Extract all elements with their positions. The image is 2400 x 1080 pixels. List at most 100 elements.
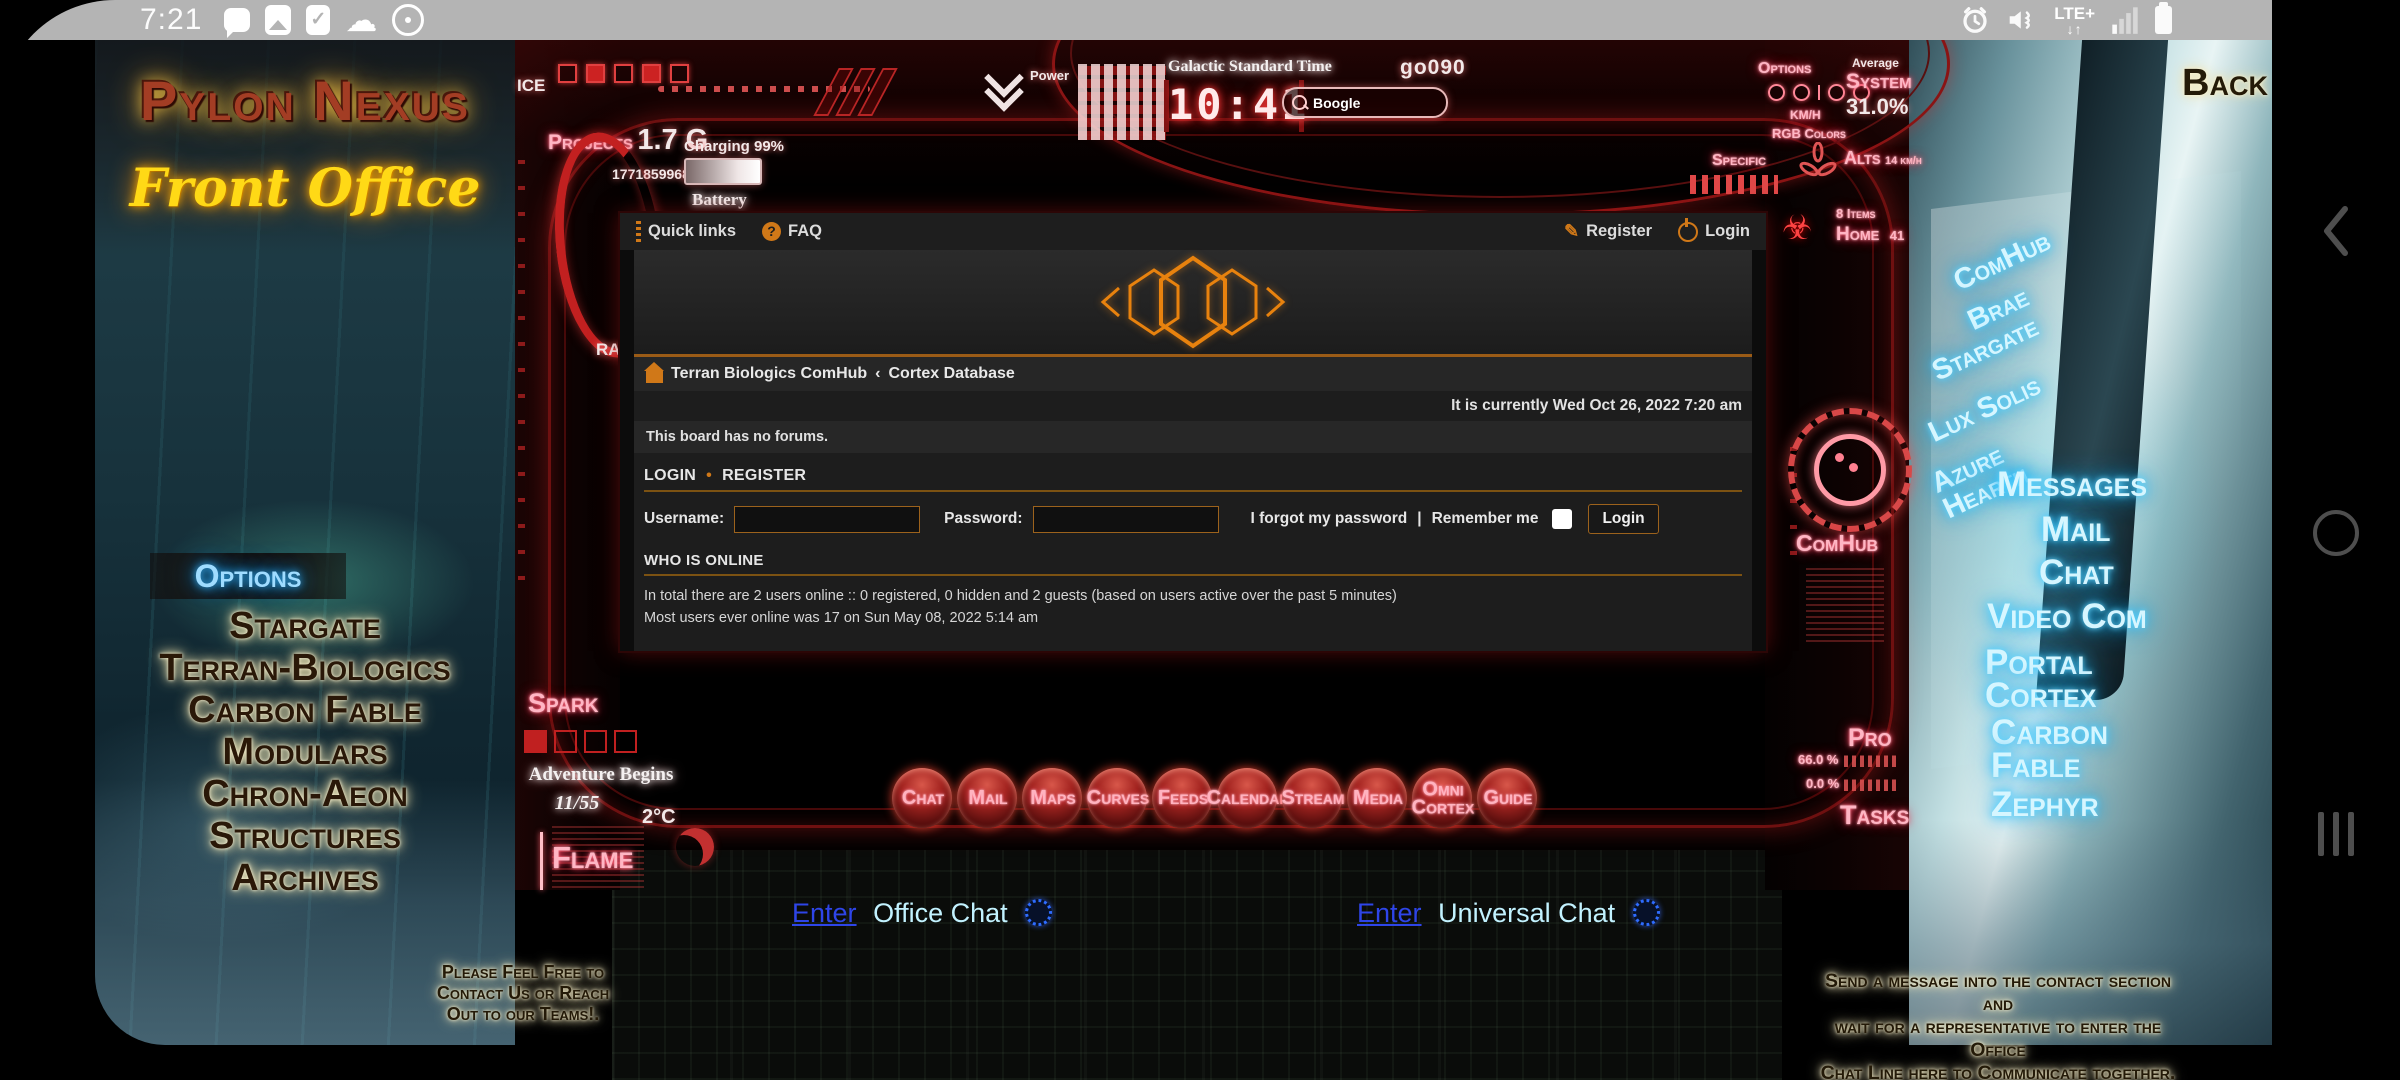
chat-status-spinner-icon xyxy=(1025,899,1052,926)
phone-screen: 7:21 ✓ ☁ LTE+ ↓↑ xyxy=(0,0,2400,1080)
hud-left-ticks xyxy=(518,160,525,580)
section-divider xyxy=(644,574,1742,576)
system-value: 31.0% xyxy=(1846,94,1908,120)
breadcrumb-current-link[interactable]: Cortex Database xyxy=(889,365,1015,383)
right-menu-item[interactable]: Video Com xyxy=(1987,600,2147,633)
contact-caption-right: Send a message into the contact section … xyxy=(1812,970,2184,1080)
hud-battery-bar xyxy=(684,158,762,185)
current-time-text: It is currently Wed Oct 26, 2022 7:20 am xyxy=(634,391,1752,421)
who-is-online-heading: WHO IS ONLINE xyxy=(644,552,1742,569)
who-online-line1: In total there are 2 users online :: 0 r… xyxy=(644,586,1742,608)
comhub-fine-print xyxy=(1806,564,1884,642)
projects-gauge-label: Projects 1.7 G xyxy=(548,124,708,157)
left-menu-item[interactable]: Chron-Aeon xyxy=(95,773,515,815)
left-menu-item[interactable]: Structures xyxy=(95,815,515,857)
left-menu-item[interactable]: Carbon Fable xyxy=(95,689,515,731)
power-label: Power xyxy=(1030,68,1069,83)
home-icon xyxy=(2313,510,2359,556)
pro-label: Pro xyxy=(1848,724,1892,753)
forum-header-bar: Quick links ? FAQ ✎ Register Login xyxy=(620,213,1766,250)
chat-status-spinner-icon xyxy=(1633,899,1660,926)
no-forums-notice: This board has no forums. xyxy=(634,421,1752,453)
system-label: System xyxy=(1846,70,1912,94)
hud-top-arc xyxy=(1052,40,1950,216)
gst-label: Galactic Standard Time xyxy=(1168,58,1332,76)
hud-slashes xyxy=(813,68,898,116)
username-field[interactable] xyxy=(734,506,920,533)
left-menu-item[interactable]: Stargate xyxy=(95,605,515,647)
hud-squares xyxy=(558,64,689,83)
password-field[interactable] xyxy=(1033,506,1219,533)
login-submit-button[interactable]: Login xyxy=(1588,504,1658,534)
hud-block-chart xyxy=(1078,64,1166,140)
comhub-dial xyxy=(1788,408,1912,532)
home-nav-button[interactable] xyxy=(2272,510,2400,556)
hexagon-emblem xyxy=(1085,254,1301,350)
hud-left-band xyxy=(515,40,620,890)
right-menu-item[interactable]: Chat xyxy=(2039,556,2114,589)
register-label: Register xyxy=(1586,222,1652,241)
flame-divider xyxy=(540,832,543,890)
forgot-password-link[interactable]: I forgot my password xyxy=(1251,510,1408,528)
enter-chat-link[interactable]: Enter xyxy=(792,898,857,928)
back-nav-button[interactable] xyxy=(2272,205,2400,257)
recents-icon xyxy=(2318,812,2354,856)
register-heading-link[interactable]: REGISTER xyxy=(722,467,806,485)
recents-nav-button[interactable] xyxy=(2272,812,2400,856)
tasks-label: Tasks xyxy=(1840,800,1909,831)
biohazard-icon: ☣ xyxy=(1782,208,1812,248)
timer-notification-icon xyxy=(392,4,424,36)
right-menu-item[interactable]: Messages xyxy=(1997,468,2147,501)
login-heading-link[interactable]: LOGIN xyxy=(644,467,696,485)
back-button[interactable]: Back xyxy=(2180,62,2270,105)
remember-me-label: Remember me xyxy=(1432,510,1539,528)
hud-options-label: Options xyxy=(1758,60,1811,78)
options-header: Options xyxy=(150,553,346,599)
right-menu-item[interactable]: Mail xyxy=(2041,513,2110,546)
equalizer-bars xyxy=(1690,170,1778,194)
breadcrumb-board-link[interactable]: Terran Biologics ComHub xyxy=(671,365,867,383)
breadcrumb: Terran Biologics ComHub ‹ Cortex Databas… xyxy=(634,354,1752,391)
cloud-notification-icon: ☁ xyxy=(345,5,377,35)
quick-links-label: Quick links xyxy=(648,222,736,241)
options-label: Options xyxy=(195,558,302,595)
quick-links-menu[interactable]: Quick links xyxy=(636,221,736,242)
search-input[interactable]: Boogle xyxy=(1282,87,1448,118)
android-nav-bar xyxy=(2272,0,2400,1080)
forum-logo-band xyxy=(634,250,1752,354)
register-link[interactable]: ✎ Register xyxy=(1564,221,1652,242)
faq-link[interactable]: ? FAQ xyxy=(762,222,822,241)
signal-icon xyxy=(2111,5,2139,35)
enter-chat-link[interactable]: Enter xyxy=(1357,898,1422,928)
task-notification-icon: ✓ xyxy=(306,5,330,35)
power-icon xyxy=(1678,222,1698,242)
left-menu-item[interactable]: Modulars xyxy=(95,731,515,773)
right-sidebar: ComHub Brae Stargate Lux Solis Azure Hea… xyxy=(1909,40,2280,1045)
hud-top-band xyxy=(515,40,1909,195)
who-online-line2: Most users ever online was 17 on Sun May… xyxy=(644,608,1742,630)
hud-round-button[interactable]: Guide xyxy=(1477,765,1539,833)
right-menu-item[interactable]: Portal Cortex xyxy=(1985,646,2096,713)
left-menu-item[interactable]: Terran-Biologics xyxy=(95,647,515,689)
remember-me-checkbox[interactable] xyxy=(1552,509,1572,529)
right-menu-item[interactable]: Carbon Fable xyxy=(1991,716,2108,783)
percent-2-bars xyxy=(1844,776,1900,791)
login-link[interactable]: Login xyxy=(1678,222,1750,242)
hud-circles xyxy=(1768,84,1870,101)
hud-right-band xyxy=(1765,40,1909,890)
left-menu-item[interactable]: Archives xyxy=(95,857,515,899)
comhub-dial-label: ComHub xyxy=(1796,530,1878,557)
battery-icon xyxy=(2155,6,2172,34)
spark-squares xyxy=(524,730,637,753)
search-icon xyxy=(1292,95,1307,110)
site-logo-title: Pylon Nexus xyxy=(103,68,507,133)
forum-frame: Quick links ? FAQ ✎ Register Login xyxy=(620,213,1766,651)
login-label: Login xyxy=(1705,222,1750,241)
hud-top-arc-inner xyxy=(1070,40,1930,198)
forum-body: Terran Biologics ComHub ‹ Cortex Databas… xyxy=(634,250,1752,651)
search-engine-label: Boogle xyxy=(1313,95,1360,111)
alarm-icon xyxy=(1960,5,1990,35)
back-icon xyxy=(2321,205,2351,257)
specific-label: Specific xyxy=(1712,152,1766,170)
right-menu-item[interactable]: Zephyr xyxy=(1991,788,2099,821)
